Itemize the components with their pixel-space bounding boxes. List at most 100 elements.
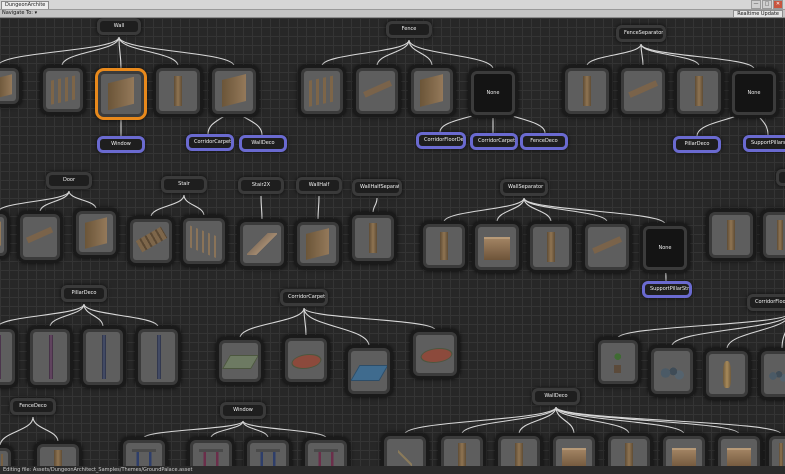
mesh-node[interactable] bbox=[648, 345, 696, 397]
mesh-node[interactable] bbox=[120, 437, 168, 466]
mesh-node[interactable] bbox=[302, 437, 350, 466]
marker-stair[interactable]: Stair bbox=[161, 176, 207, 193]
mesh-node[interactable] bbox=[706, 209, 756, 261]
marker-wall[interactable]: Wall bbox=[97, 18, 141, 35]
mesh-node[interactable] bbox=[216, 337, 264, 385]
mesh-node[interactable] bbox=[27, 326, 73, 388]
close-button[interactable]: ✕ bbox=[773, 0, 783, 9]
marker-corridor-carpets[interactable]: CorridorCarpets bbox=[280, 289, 328, 306]
emitter-window[interactable]: Window bbox=[97, 136, 145, 153]
marker-door[interactable]: Door bbox=[46, 172, 92, 189]
mesh-node[interactable] bbox=[40, 65, 86, 115]
link-curve bbox=[523, 197, 608, 223]
mesh-node[interactable] bbox=[127, 216, 175, 266]
mesh-node[interactable] bbox=[527, 221, 575, 273]
link-curve bbox=[0, 190, 70, 211]
emitter-wall-deco[interactable]: WallDeco bbox=[239, 135, 287, 152]
mesh-node-selected[interactable] bbox=[95, 68, 147, 120]
mesh-node[interactable] bbox=[73, 208, 119, 258]
marker-fence-deco[interactable]: FenceDeco bbox=[10, 398, 56, 415]
link-curve bbox=[260, 195, 263, 221]
mesh-node[interactable] bbox=[298, 65, 346, 117]
mesh-node[interactable] bbox=[244, 437, 292, 466]
marker-pillar-deco[interactable]: PillarDeco bbox=[61, 285, 107, 302]
link-curve bbox=[49, 303, 85, 328]
emitter-pillar-deco[interactable]: PillarDeco bbox=[673, 136, 721, 153]
mesh-node[interactable] bbox=[595, 337, 641, 387]
link-curve bbox=[555, 406, 685, 435]
mesh-node[interactable] bbox=[715, 433, 763, 466]
mesh-node[interactable] bbox=[345, 345, 393, 397]
marker-wall-half-separator[interactable]: WallHalfSeparator bbox=[352, 179, 402, 196]
emitter-support-pillar-stron[interactable]: SupportPillarStron bbox=[642, 281, 692, 298]
mesh-node[interactable] bbox=[349, 212, 397, 264]
none-label: None bbox=[747, 90, 761, 96]
mesh-node[interactable] bbox=[618, 65, 668, 117]
mesh-node[interactable] bbox=[562, 65, 612, 117]
mesh-node[interactable] bbox=[605, 433, 653, 466]
link-curve bbox=[303, 307, 307, 337]
mesh-node[interactable] bbox=[294, 219, 342, 269]
marker-offscreen[interactable] bbox=[776, 169, 785, 186]
link-curve bbox=[210, 420, 244, 439]
mesh-node[interactable] bbox=[0, 326, 18, 388]
mesh-node[interactable] bbox=[17, 211, 63, 263]
mesh-node[interactable] bbox=[153, 65, 203, 117]
marker-stair-2x[interactable]: Stair2X bbox=[238, 177, 284, 194]
mesh-node[interactable] bbox=[80, 326, 126, 388]
link-curve bbox=[83, 303, 104, 328]
realtime-update-button[interactable]: Realtime Update bbox=[733, 10, 783, 18]
none-node[interactable]: None bbox=[729, 68, 779, 118]
marker-wall-deco[interactable]: WallDeco bbox=[532, 388, 580, 405]
none-node[interactable]: None bbox=[640, 223, 690, 273]
mesh-node[interactable] bbox=[408, 65, 456, 117]
link-curve bbox=[118, 36, 122, 70]
theme-graph-canvas[interactable]: Wall Window CorridorCarpets WallDeco Fen… bbox=[0, 18, 785, 466]
emitter-corridor-carpets-2[interactable]: CorridorCarpets bbox=[470, 133, 518, 150]
minimize-button[interactable]: — bbox=[751, 0, 761, 9]
mesh-node[interactable] bbox=[472, 221, 522, 273]
navigate-to-label: Navigate To: bbox=[2, 10, 33, 16]
marker-wall-half[interactable]: WallHalf bbox=[296, 177, 342, 194]
navigate-to-dropdown[interactable]: Navigate To: ▾ bbox=[2, 10, 37, 17]
mesh-node[interactable] bbox=[209, 65, 259, 117]
link-curve bbox=[0, 303, 85, 326]
marker-fence[interactable]: Fence bbox=[386, 21, 432, 38]
none-node[interactable]: None bbox=[468, 68, 518, 118]
mesh-node[interactable] bbox=[438, 433, 486, 466]
marker-corridor-floor-d[interactable]: CorridorFloorD bbox=[747, 294, 785, 311]
chevron-down-icon: ▾ bbox=[34, 10, 38, 16]
emitter-support-pillars[interactable]: SupportPillars bbox=[743, 135, 785, 152]
emitter-corridor-carpets[interactable]: CorridorCarpets bbox=[186, 134, 234, 151]
mesh-node[interactable] bbox=[674, 65, 724, 117]
mesh-node[interactable] bbox=[758, 348, 785, 400]
mesh-node[interactable] bbox=[34, 441, 82, 466]
marker-fence-separator[interactable]: FenceSeparator bbox=[616, 25, 666, 42]
mesh-node[interactable] bbox=[237, 219, 287, 269]
mesh-node[interactable] bbox=[0, 445, 14, 466]
mesh-node[interactable] bbox=[550, 433, 598, 466]
mesh-node[interactable] bbox=[0, 65, 22, 107]
mesh-node[interactable] bbox=[582, 221, 632, 273]
mesh-node[interactable] bbox=[187, 437, 235, 466]
mesh-node[interactable] bbox=[353, 65, 401, 117]
mesh-node[interactable] bbox=[495, 433, 543, 466]
marker-wall-separator[interactable]: WallSeparator bbox=[500, 179, 548, 196]
mesh-node[interactable] bbox=[420, 221, 468, 271]
emitter-corridor-floor-deco[interactable]: CorridorFloorDeco bbox=[416, 132, 466, 149]
editor-tab[interactable]: DungeonArchite bbox=[1, 1, 50, 9]
emitter-fence-deco[interactable]: FenceDeco bbox=[520, 133, 568, 150]
mesh-node[interactable] bbox=[703, 348, 751, 400]
marker-window[interactable]: Window bbox=[220, 402, 266, 419]
link-curve bbox=[68, 190, 97, 210]
mesh-node[interactable] bbox=[381, 433, 429, 466]
mesh-node[interactable] bbox=[180, 215, 228, 267]
mesh-node[interactable] bbox=[135, 326, 181, 388]
maximize-button[interactable]: □ bbox=[762, 0, 772, 9]
mesh-node[interactable] bbox=[282, 335, 330, 385]
mesh-node[interactable] bbox=[766, 433, 785, 466]
mesh-node[interactable] bbox=[760, 209, 785, 261]
mesh-node[interactable] bbox=[0, 211, 10, 259]
mesh-node[interactable] bbox=[410, 329, 460, 379]
mesh-node[interactable] bbox=[660, 433, 708, 466]
